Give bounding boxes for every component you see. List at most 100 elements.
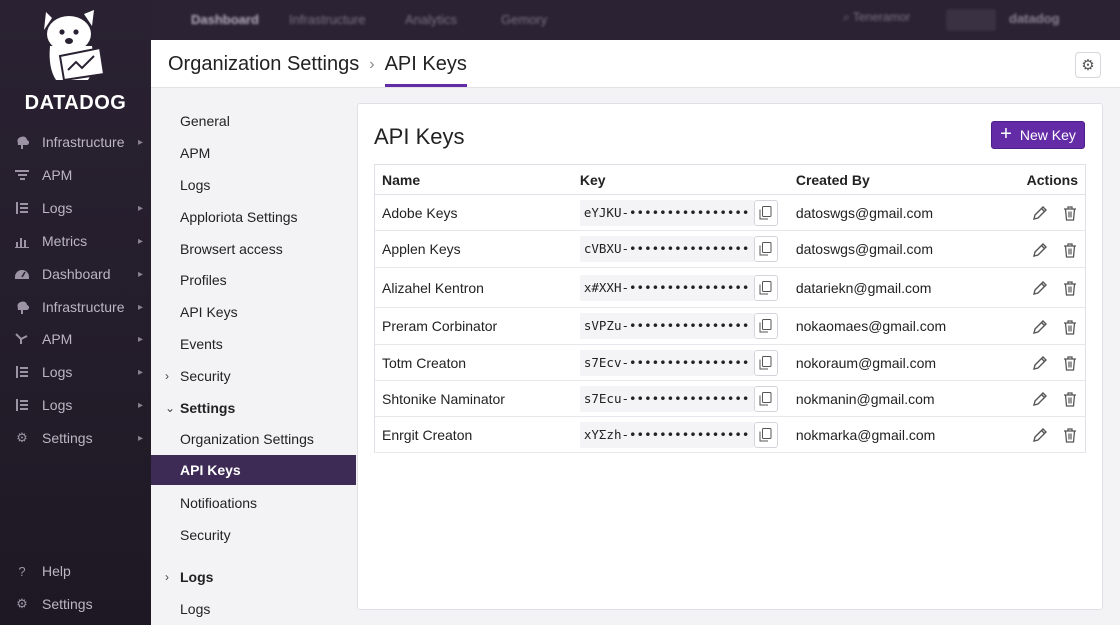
- nav-label: APM: [42, 167, 73, 183]
- edit-button[interactable]: [1032, 205, 1048, 221]
- edit-button[interactable]: [1032, 242, 1048, 258]
- delete-button[interactable]: [1062, 427, 1078, 443]
- logs-icon: [14, 397, 30, 413]
- key-value-cell: sVPZu-••••••••••••••••: [572, 307, 789, 345]
- nav-settings-bottom[interactable]: ⚙ Settings: [0, 590, 151, 618]
- submenu-item-organization-settings[interactable]: Organization Settings: [151, 424, 356, 454]
- submenu-group-settings[interactable]: ⌄ Settings: [151, 393, 356, 423]
- key-value-box: s7Ecu-••••••••••••••••: [579, 385, 778, 412]
- nav-apm-2[interactable]: APM ▸: [0, 325, 151, 353]
- nav-metrics[interactable]: Metrics ▸: [0, 227, 151, 255]
- page-settings-button[interactable]: ⚙: [1075, 52, 1101, 78]
- delete-button[interactable]: [1062, 391, 1078, 407]
- topnav-infrastructure[interactable]: Infrastructure: [289, 12, 366, 27]
- copy-key-button[interactable]: [753, 313, 778, 339]
- submenu-item-apploriota-settings[interactable]: Apploriota Settings: [151, 202, 356, 232]
- key-value-box: eYJKU-••••••••••••••••: [579, 199, 778, 226]
- key-name-cell: Totm Creaton: [374, 344, 573, 381]
- submenu-item-browsert-access[interactable]: Browsert access: [151, 234, 356, 264]
- topnav-analytics[interactable]: Analytics: [405, 12, 457, 27]
- created-by-cell: nokmarka@gmail.com: [788, 416, 979, 453]
- submenu-item-general[interactable]: General: [151, 106, 356, 136]
- topbar-user[interactable]: datadog: [1009, 11, 1060, 26]
- column-header-key[interactable]: Key: [572, 164, 789, 195]
- submenu-group-security[interactable]: › Security: [151, 361, 356, 391]
- copy-key-button[interactable]: [753, 385, 778, 412]
- masked-key[interactable]: eYJKU-••••••••••••••••: [579, 199, 754, 226]
- topbar-search-text: Teneramor: [852, 10, 911, 24]
- delete-button[interactable]: [1062, 280, 1078, 296]
- nav-logs[interactable]: Logs ▸: [0, 194, 151, 222]
- nav-label: Logs: [42, 397, 73, 413]
- edit-button[interactable]: [1032, 391, 1048, 407]
- delete-button[interactable]: [1062, 355, 1078, 371]
- nav-infrastructure-2[interactable]: Infrastructure ▸: [0, 293, 151, 321]
- edit-button[interactable]: [1032, 355, 1048, 371]
- table-row: Totm Creaton s7Ecv-•••••••••••••••• noko…: [374, 344, 1086, 381]
- column-header-created-by[interactable]: Created By: [788, 164, 979, 195]
- trash-icon: [1064, 242, 1076, 258]
- submenu-item-profiles[interactable]: Profiles: [151, 265, 356, 295]
- datadog-logo[interactable]: DATADOG: [0, 6, 151, 116]
- nav-logs-3[interactable]: Logs ▸: [0, 391, 151, 419]
- column-header-name[interactable]: Name: [374, 164, 573, 195]
- submenu-item-apm[interactable]: APM: [151, 138, 356, 168]
- copy-icon: [759, 280, 772, 294]
- topbar-search-box[interactable]: [946, 9, 996, 31]
- submenu-item-notifications[interactable]: Notifioations: [151, 488, 356, 518]
- infrastructure-icon: [14, 299, 30, 315]
- copy-icon: [759, 391, 772, 405]
- masked-key[interactable]: s7Ecv-••••••••••••••••: [579, 349, 754, 376]
- nav-label: Settings: [42, 596, 93, 612]
- copy-key-button[interactable]: [753, 349, 778, 376]
- delete-button[interactable]: [1062, 205, 1078, 221]
- edit-button[interactable]: [1032, 319, 1048, 335]
- key-value-cell: x#XXH-••••••••••••••••: [572, 267, 789, 308]
- help-icon: ?: [18, 563, 26, 579]
- submenu-item-events[interactable]: Events: [151, 329, 356, 359]
- main-sidebar: DATADOG Infrastructure ▸ APM Logs ▸ Metr…: [0, 0, 151, 625]
- submenu-item-api-keys[interactable]: API Keys: [151, 297, 356, 327]
- submenu-item-security[interactable]: Security: [151, 520, 356, 550]
- submenu-item-logs[interactable]: Logs: [151, 170, 356, 200]
- breadcrumb-parent[interactable]: Organization Settings: [168, 53, 359, 76]
- created-by-email: datoswgs@gmail.com: [795, 241, 933, 257]
- key-value-box: s7Ecv-••••••••••••••••: [579, 349, 778, 376]
- nav-dashboard[interactable]: Dashboard ▸: [0, 260, 151, 288]
- key-name: Preram Corbinator: [382, 318, 498, 334]
- nav-logs-2[interactable]: Logs ▸: [0, 358, 151, 386]
- masked-key[interactable]: s7Ecu-••••••••••••••••: [579, 385, 754, 412]
- key-value-box: x#XXH-••••••••••••••••: [579, 274, 778, 301]
- nav-infrastructure[interactable]: Infrastructure ▸: [0, 128, 151, 156]
- topnav-gemory[interactable]: Gemory: [501, 12, 547, 27]
- submenu-item-api-keys-active[interactable]: API Keys: [151, 455, 356, 485]
- masked-key[interactable]: sVPZu-••••••••••••••••: [579, 313, 754, 339]
- topnav-dashboard[interactable]: Dashboard: [191, 12, 259, 27]
- pencil-icon: [1033, 281, 1048, 296]
- masked-key[interactable]: x#XXH-••••••••••••••••: [579, 274, 754, 301]
- copy-key-button[interactable]: [753, 274, 778, 301]
- submenu-label: Profiles: [180, 272, 227, 288]
- topbar-search[interactable]: ⌕ Teneramor: [843, 10, 943, 30]
- new-key-button[interactable]: + New Key: [991, 121, 1085, 149]
- delete-button[interactable]: [1062, 319, 1078, 335]
- delete-button[interactable]: [1062, 242, 1078, 258]
- submenu-item-logs-2[interactable]: Logs: [151, 594, 356, 624]
- copy-key-button[interactable]: [753, 236, 778, 262]
- actions-cell: [978, 267, 1086, 308]
- masked-key[interactable]: cVBXU-••••••••••••••••: [579, 236, 754, 262]
- nav-apm[interactable]: APM: [0, 161, 151, 189]
- nav-settings[interactable]: ⚙ Settings ▸: [0, 424, 151, 452]
- masked-key[interactable]: xYΣzh-••••••••••••••••: [579, 421, 754, 448]
- apm-icon: [14, 331, 30, 347]
- nav-help[interactable]: ? Help: [0, 557, 151, 585]
- copy-key-button[interactable]: [753, 421, 778, 448]
- table-row: Alizahel Kentron x#XXH-•••••••••••••••• …: [374, 267, 1086, 308]
- submenu-group-logs[interactable]: › Logs: [151, 562, 356, 592]
- created-by-email: nokmanin@gmail.com: [795, 390, 935, 407]
- chevron-down-icon: ⌄: [165, 401, 176, 415]
- submenu-label: Events: [180, 336, 223, 352]
- edit-button[interactable]: [1032, 280, 1048, 296]
- edit-button[interactable]: [1032, 427, 1048, 443]
- copy-key-button[interactable]: [753, 199, 778, 226]
